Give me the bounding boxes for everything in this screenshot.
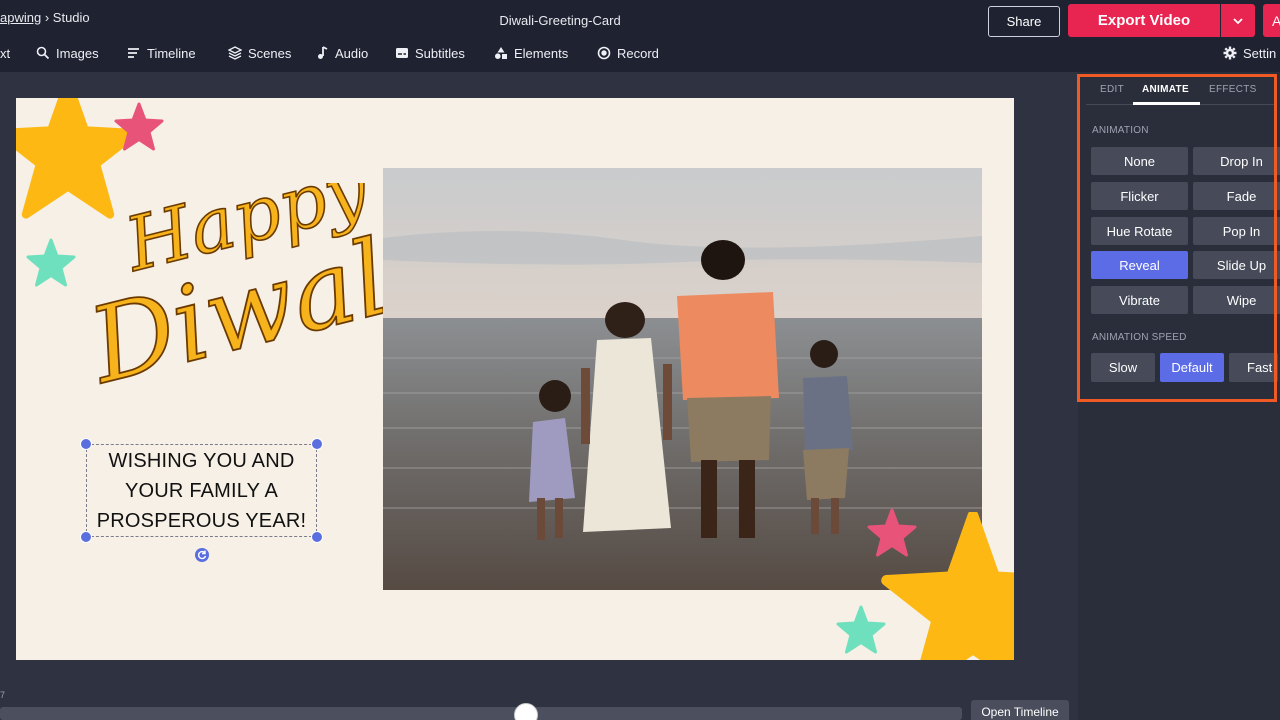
resize-handle-top-right[interactable] (311, 438, 323, 450)
toolbar-text-label: xt (0, 45, 11, 61)
music-note-icon (318, 46, 328, 59)
toolbar-text[interactable]: xt (0, 40, 10, 66)
star-decoration-pink[interactable] (114, 102, 164, 152)
resize-handle-bottom-right[interactable] (311, 531, 323, 543)
greeting-line-1: WISHING YOU AND (108, 449, 295, 472)
toolbar-elements[interactable]: Elements (494, 40, 568, 66)
star-decoration-large-orange-bottom[interactable] (878, 512, 1014, 660)
toolbar-scenes-label: Scenes (248, 45, 292, 61)
gear-icon (1223, 46, 1237, 60)
rotate-handle[interactable] (195, 548, 209, 562)
shapes-icon (495, 47, 507, 59)
top-bar: apwing › Studio Diwali-Greeting-Card Sha… (0, 0, 1280, 72)
greeting-line-2: YOUR FAMILY A (124, 479, 279, 502)
toolbar-images-label: Images (56, 45, 99, 61)
avatar[interactable]: A (1263, 4, 1280, 37)
resize-handle-bottom-left[interactable] (80, 531, 92, 543)
project-title[interactable]: Diwali-Greeting-Card (0, 13, 1120, 28)
greeting-line-3: PROSPEROUS YEAR! (96, 509, 307, 532)
toolbar: xt Images Timeline Scenes Audio Subtitle… (0, 40, 1280, 66)
greeting-text-box[interactable]: WISHING YOU AND YOUR FAMILY A PROSPEROUS… (86, 444, 317, 537)
export-video-button[interactable]: Export Video (1068, 4, 1220, 37)
toolbar-timeline[interactable]: Timeline (127, 40, 196, 66)
toolbar-elements-label: Elements (514, 45, 569, 61)
subtitles-icon (396, 48, 408, 58)
video-canvas[interactable]: Happy Diwali WISHING YOU AND YOUR FAMILY… (16, 98, 1014, 660)
playhead-handle[interactable] (514, 703, 538, 720)
layers-icon (228, 46, 242, 60)
toolbar-record[interactable]: Record (597, 40, 659, 66)
share-button[interactable]: Share (988, 6, 1060, 37)
timeline-scrubber[interactable] (0, 707, 962, 720)
toolbar-timeline-label: Timeline (147, 45, 196, 61)
rotate-icon (197, 550, 207, 560)
toolbar-images[interactable]: Images (36, 40, 99, 66)
resize-handle-top-left[interactable] (80, 438, 92, 450)
open-timeline-button[interactable]: Open Timeline (971, 700, 1069, 720)
toolbar-settings-label: Settin (1243, 45, 1277, 61)
star-decoration-mint-bottom[interactable] (836, 603, 886, 657)
toolbar-subtitles-label: Subtitles (415, 45, 465, 61)
animate-panel-highlight (1077, 74, 1277, 402)
time-marker: 7 (0, 690, 6, 700)
toolbar-scenes[interactable]: Scenes (228, 40, 291, 66)
toolbar-subtitles[interactable]: Subtitles (395, 40, 465, 66)
toolbar-settings[interactable]: Settin (1223, 40, 1276, 66)
toolbar-record-label: Record (617, 45, 659, 61)
timeline-icon (128, 48, 139, 58)
star-decoration-mint[interactable] (26, 236, 76, 290)
chevron-down-icon (1233, 17, 1243, 24)
toolbar-audio-label: Audio (335, 45, 369, 61)
export-options-button[interactable] (1221, 4, 1255, 37)
search-icon (36, 46, 50, 60)
record-icon (597, 46, 611, 60)
toolbar-audio[interactable]: Audio (315, 40, 368, 66)
